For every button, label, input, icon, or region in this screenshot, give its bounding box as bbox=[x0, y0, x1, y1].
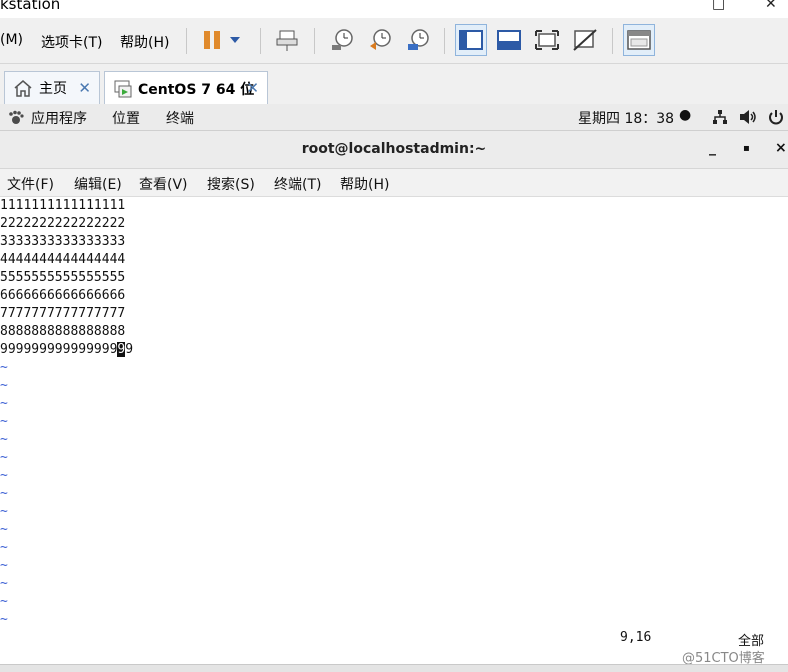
empty-line-tilde: ~ bbox=[0, 540, 8, 555]
buffer-line: 2222222222222222 bbox=[0, 216, 126, 231]
empty-line-tilde: ~ bbox=[0, 486, 8, 501]
take-snapshot-button[interactable] bbox=[326, 24, 358, 56]
close-window-button[interactable]: ✕ bbox=[765, 0, 777, 12]
snapshot-manager-button[interactable] bbox=[402, 24, 434, 56]
empty-line-tilde: ~ bbox=[0, 378, 8, 393]
library-view-button[interactable] bbox=[623, 24, 655, 56]
console-view-icon bbox=[459, 30, 483, 50]
empty-line-tilde: ~ bbox=[0, 558, 8, 573]
power-icon[interactable] bbox=[768, 109, 784, 125]
snapshot-take-icon bbox=[332, 29, 353, 50]
buffer-line: 4444444444444444 bbox=[0, 252, 126, 267]
toolbar-separator bbox=[186, 28, 187, 54]
buffer-line: 3333333333333333 bbox=[0, 234, 126, 249]
buffer-line: 6666666666666666 bbox=[0, 288, 126, 303]
toolbar-separator bbox=[444, 28, 445, 54]
terminal-close-button[interactable]: × bbox=[775, 140, 787, 156]
terminal-menu-edit[interactable]: 编辑(E) bbox=[74, 174, 122, 194]
maximize-window-button[interactable]: □ bbox=[712, 0, 725, 12]
terminal-titlebar: root@localhostadmin:~ _ ▪ × bbox=[0, 131, 788, 169]
quick-switch-icon bbox=[497, 30, 521, 50]
terminal-content[interactable]: 1111111111111111 2222222222222222 333333… bbox=[0, 197, 788, 666]
pause-button[interactable] bbox=[196, 24, 228, 56]
send-ctrl-alt-del-icon bbox=[276, 30, 298, 51]
tab-centos[interactable]: CentOS 7 64 位 ✕ bbox=[104, 71, 268, 105]
tab-centos-label: CentOS 7 64 位 bbox=[138, 81, 255, 98]
buffer-line: 8888888888888888 bbox=[0, 324, 126, 339]
pause-icon bbox=[204, 31, 220, 49]
empty-line-tilde: ~ bbox=[0, 396, 8, 411]
empty-line-tilde: ~ bbox=[0, 504, 8, 519]
terminal-minimize-button[interactable]: _ bbox=[709, 140, 716, 156]
vm-tabbar: 主页 ✕ CentOS 7 64 位 ✕ bbox=[0, 64, 788, 105]
revert-snapshot-button[interactable] bbox=[364, 24, 396, 56]
empty-line-tilde: ~ bbox=[0, 450, 8, 465]
fullscreen-icon bbox=[535, 30, 559, 50]
unity-button[interactable] bbox=[569, 24, 601, 56]
recording-indicator: ● bbox=[679, 107, 692, 123]
terminal-menu-view[interactable]: 查看(V) bbox=[139, 174, 188, 194]
console-view-button[interactable] bbox=[455, 24, 487, 56]
library-view-icon bbox=[627, 30, 651, 50]
line-text-before-cursor: 999999999999999 bbox=[0, 342, 118, 357]
fullscreen-button[interactable] bbox=[531, 24, 563, 56]
buffer-line: 7777777777777777 bbox=[0, 306, 126, 321]
empty-line-tilde: ~ bbox=[0, 414, 8, 429]
terminal-menu-terminal[interactable]: 终端(T) bbox=[274, 174, 321, 194]
vm-menubar: (M) 选项卡(T) 帮助(H) bbox=[0, 18, 788, 64]
terminal-menubar: 文件(F) 编辑(E) 查看(V) 搜索(S) 终端(T) 帮助(H) bbox=[0, 169, 788, 197]
app-title: kstation bbox=[0, 0, 61, 13]
network-icon[interactable] bbox=[712, 109, 728, 125]
home-icon bbox=[14, 80, 32, 97]
app-titlebar: kstation □ ✕ bbox=[0, 0, 788, 18]
menu-help[interactable]: 帮助(H) bbox=[120, 32, 169, 52]
empty-line-tilde: ~ bbox=[0, 468, 8, 483]
snapshot-manager-icon bbox=[408, 29, 429, 50]
buffer-line-current: 99999999999999999 bbox=[0, 341, 133, 359]
gnome-foot-icon bbox=[9, 110, 24, 124]
vm-icon bbox=[114, 80, 132, 97]
power-dropdown-button[interactable] bbox=[225, 24, 245, 56]
send-ctrl-alt-del-button[interactable] bbox=[271, 24, 303, 56]
toolbar-separator bbox=[314, 28, 315, 54]
toolbar-separator bbox=[260, 28, 261, 54]
places-menu[interactable]: 位置 bbox=[112, 108, 140, 128]
horizontal-scrollbar[interactable] bbox=[0, 664, 788, 672]
empty-line-tilde: ~ bbox=[0, 612, 8, 627]
empty-line-tilde: ~ bbox=[0, 594, 8, 609]
empty-line-tilde: ~ bbox=[0, 432, 8, 447]
tab-home[interactable]: 主页 ✕ bbox=[4, 71, 100, 104]
menu-tabs[interactable]: 选项卡(T) bbox=[41, 32, 102, 52]
quick-switch-button[interactable] bbox=[493, 24, 525, 56]
terminal-title: root@localhostadmin:~ bbox=[301, 141, 487, 157]
buffer-line: 5555555555555555 bbox=[0, 270, 126, 285]
snapshot-revert-icon bbox=[370, 29, 391, 50]
line-text-after-cursor: 9 bbox=[125, 342, 134, 357]
terminal-menu-search[interactable]: 搜索(S) bbox=[207, 174, 255, 194]
empty-line-tilde: ~ bbox=[0, 522, 8, 537]
close-tab-centos-button[interactable]: ✕ bbox=[246, 79, 259, 97]
applications-menu[interactable]: 应用程序 bbox=[31, 108, 87, 128]
toolbar-separator bbox=[612, 28, 613, 54]
menu-vm[interactable]: (M) bbox=[0, 32, 23, 48]
terminal-app-menu[interactable]: 终端 bbox=[166, 108, 194, 128]
terminal-menu-file[interactable]: 文件(F) bbox=[7, 174, 54, 194]
terminal-maximize-button[interactable]: ▪ bbox=[743, 143, 750, 154]
close-tab-home-button[interactable]: ✕ bbox=[78, 79, 91, 97]
volume-icon[interactable] bbox=[739, 109, 757, 125]
cursor-position: 9,16 bbox=[620, 630, 652, 645]
empty-line-tilde: ~ bbox=[0, 576, 8, 591]
gnome-topbar: 应用程序 位置 终端 星期四 18：38 ● bbox=[0, 104, 788, 131]
buffer-line: 1111111111111111 bbox=[0, 198, 126, 213]
chevron-down-icon bbox=[230, 37, 240, 43]
clock[interactable]: 星期四 18：38 bbox=[578, 108, 674, 128]
unity-icon bbox=[573, 29, 597, 51]
empty-line-tilde: ~ bbox=[0, 360, 8, 375]
tab-home-label: 主页 bbox=[39, 81, 67, 97]
terminal-menu-help[interactable]: 帮助(H) bbox=[340, 174, 389, 194]
